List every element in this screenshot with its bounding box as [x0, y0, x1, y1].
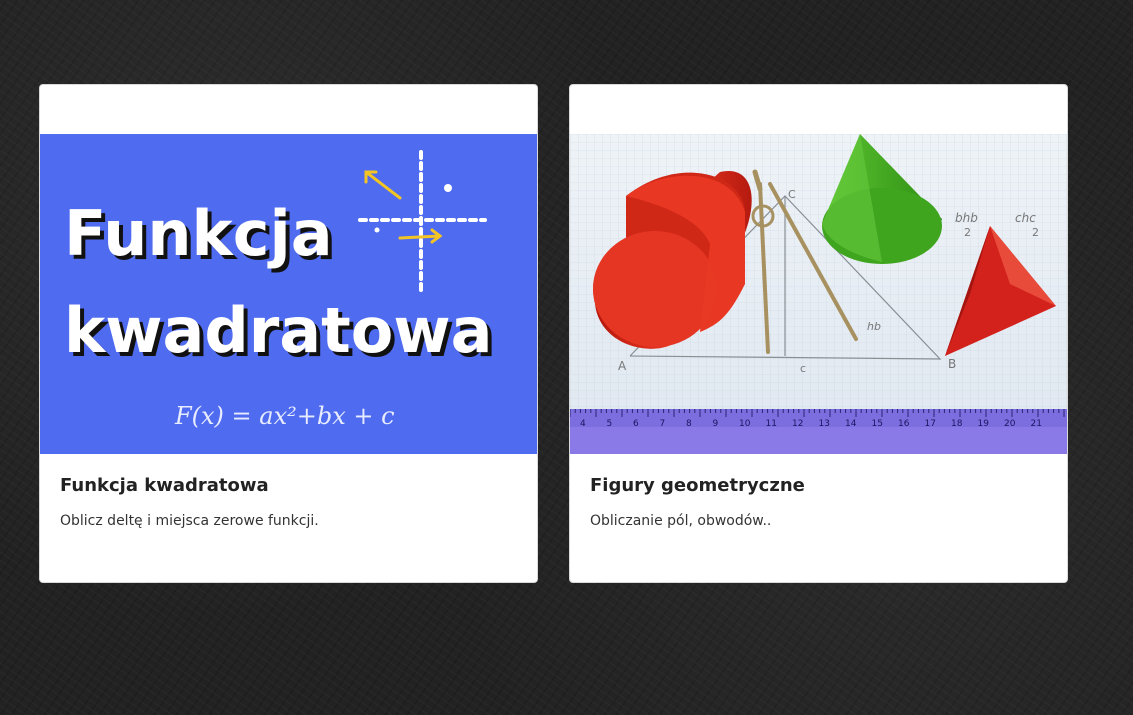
- quadratic-function-image: Funkcja Funkcja kwadratowa kwadratowa F(…: [40, 134, 537, 454]
- ruler-number: 5: [607, 419, 613, 429]
- ruler-shape: 4 5 6 7 8 9 10 11 12 13 14 15 16 17 18 19 20 21: [570, 409, 1067, 454]
- ruler-number: 12: [792, 419, 803, 429]
- card-grid: Funkcja Funkcja kwadratowa kwadratowa F(…: [39, 84, 1068, 583]
- point-dot: [374, 227, 380, 233]
- svg-text:C: C: [788, 188, 796, 201]
- ruler-number: 16: [898, 419, 910, 429]
- card-description: Obliczanie pól, obwodów..: [590, 513, 772, 529]
- svg-text:bhb: bhb: [955, 211, 978, 225]
- ruler-number: 19: [978, 419, 990, 429]
- headline-line1: Funkcja: [64, 197, 333, 270]
- geometric-figures-image: A B C c hb bhb 2 chc 2 4 5 6 7 8 9 10 11…: [570, 134, 1067, 454]
- ruler-number: 20: [1004, 419, 1016, 429]
- svg-text:A: A: [618, 359, 627, 373]
- ruler-number: 13: [819, 419, 830, 429]
- ruler-number: 17: [925, 419, 936, 429]
- ruler-number: 8: [686, 419, 692, 429]
- ruler-number: 7: [660, 419, 666, 429]
- svg-text:B: B: [948, 357, 956, 371]
- card-description: Oblicz deltę i miejsca zerowe funkcji.: [60, 513, 319, 529]
- ruler-number: 9: [713, 419, 719, 429]
- point-dot: [444, 184, 452, 192]
- formula-text: F(x) = ax²+bx + c: [174, 402, 395, 430]
- svg-text:c: c: [800, 362, 806, 375]
- svg-text:chc: chc: [1015, 211, 1036, 225]
- svg-text:hb: hb: [867, 320, 881, 333]
- card-quadratic-function[interactable]: Funkcja Funkcja kwadratowa kwadratowa F(…: [39, 84, 538, 583]
- ruler-number: 18: [951, 419, 963, 429]
- card-title: Figury geometryczne: [590, 475, 805, 496]
- ruler-number: 11: [766, 419, 777, 429]
- svg-text:2: 2: [1032, 226, 1039, 239]
- svg-text:2: 2: [964, 226, 971, 239]
- card-geometric-figures[interactable]: A B C c hb bhb 2 chc 2 4 5 6 7 8 9 10 11…: [569, 84, 1068, 583]
- ruler-number: 6: [633, 419, 639, 429]
- headline-line2: kwadratowa: [64, 294, 493, 367]
- ruler-number: 14: [845, 419, 857, 429]
- ruler-number: 21: [1031, 419, 1042, 429]
- card-title: Funkcja kwadratowa: [60, 475, 269, 496]
- ruler-number: 4: [580, 419, 586, 429]
- ruler-number: 10: [739, 419, 751, 429]
- ruler-number: 15: [872, 419, 883, 429]
